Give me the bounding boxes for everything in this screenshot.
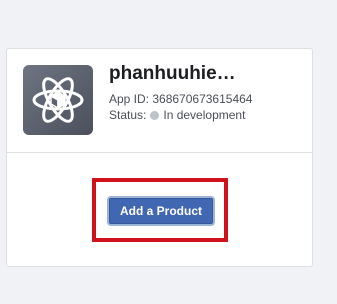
status-dot-icon bbox=[150, 110, 160, 120]
add-product-button[interactable]: Add a Product bbox=[109, 198, 213, 224]
status-value: In development bbox=[163, 108, 246, 122]
app-status: Status: In development bbox=[109, 108, 245, 122]
atom-cube-icon bbox=[32, 77, 84, 123]
app-id: App ID: 368670673615464 bbox=[109, 92, 253, 106]
status-label: Status: bbox=[109, 108, 147, 122]
app-card: phanhuuhie… App ID: 368670673615464 Stat… bbox=[6, 48, 313, 267]
app-card-body: Add a Product bbox=[7, 153, 312, 267]
app-card-header: phanhuuhie… App ID: 368670673615464 Stat… bbox=[7, 49, 312, 153]
app-name[interactable]: phanhuuhie… bbox=[109, 63, 309, 85]
app-icon[interactable] bbox=[23, 65, 93, 135]
